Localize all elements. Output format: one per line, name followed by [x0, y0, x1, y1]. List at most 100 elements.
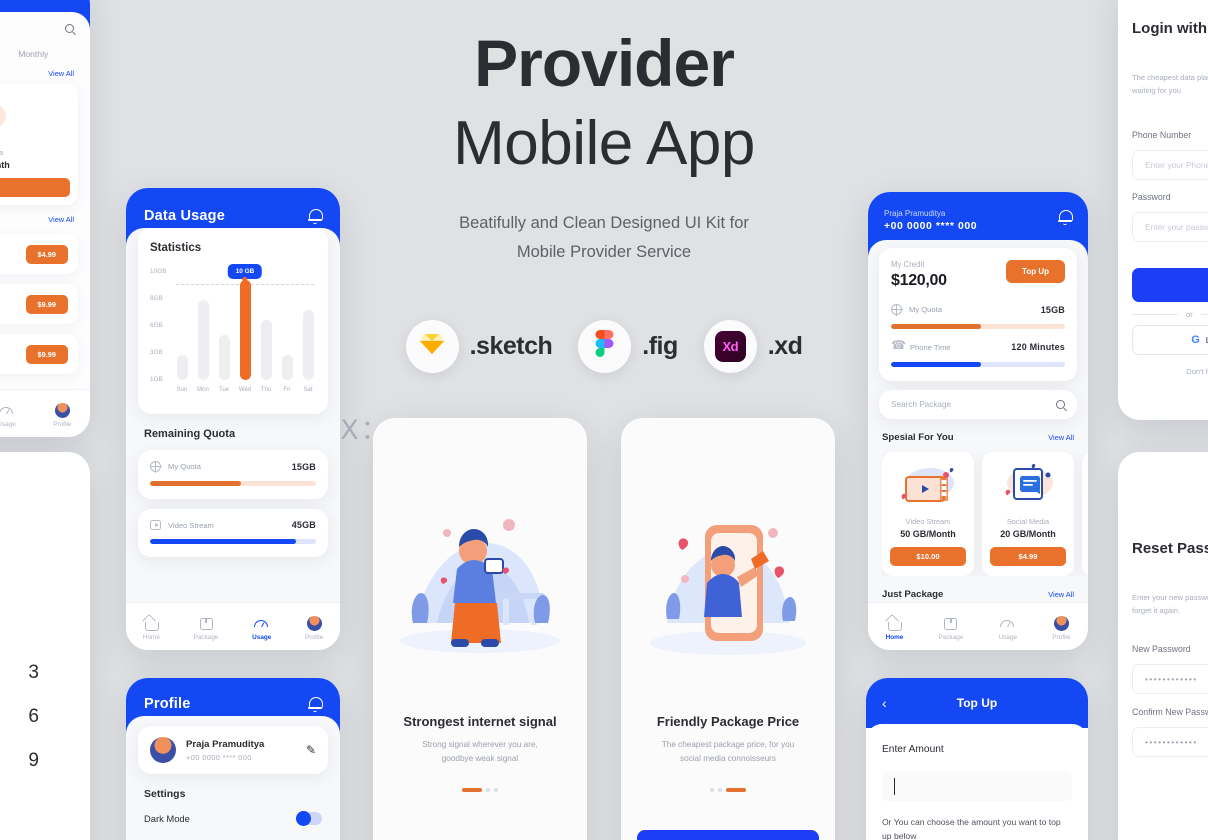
- sidebar-item-package[interactable]: Package: [194, 617, 218, 641]
- package-tabbar[interactable]: Usage Profile: [0, 389, 90, 437]
- package-card-price-button[interactable]: $10.00: [890, 547, 966, 566]
- credit-row: My Credit $120,00 Top Up: [891, 260, 1065, 290]
- sidebar-item-profile[interactable]: Profile: [1052, 616, 1070, 641]
- tab-label-package: Package: [938, 633, 964, 641]
- hero-subtitle: Beatifully and Clean Designed UI Kit for…: [304, 209, 904, 267]
- profile-body: Praja Pramuditya +00 0000 **** 000 ✎ Set…: [126, 716, 340, 840]
- pagination-dot-3[interactable]: [494, 788, 498, 792]
- format-label-xd: .xd: [767, 332, 803, 360]
- confirm-password-field[interactable]: ••••••••••••: [1132, 727, 1208, 757]
- home-tabbar[interactable]: Home Package Usage Profile: [868, 602, 1088, 650]
- package-featured-card[interactable]: Social Media 20 GB/Month $4.99: [0, 84, 78, 205]
- profile-user-name: Praja Pramuditya: [186, 738, 265, 750]
- data-usage-tabbar[interactable]: Home Package Usage Profile: [126, 602, 340, 650]
- sidebar-item-usage[interactable]: Usage: [0, 404, 16, 428]
- hero-subtitle-line1: Beatifully and Clean Designed UI Kit for: [459, 213, 749, 232]
- search-input[interactable]: Search Package: [891, 400, 951, 409]
- bell-icon[interactable]: [308, 208, 323, 224]
- pagination-dot-3[interactable]: [726, 788, 746, 792]
- sidebar-item-home[interactable]: Home: [143, 617, 160, 641]
- keypad-key-6[interactable]: 6: [5, 706, 62, 728]
- format-badge-figma[interactable]: .fig: [578, 320, 678, 373]
- home-icon: [144, 617, 159, 631]
- search-icon[interactable]: [1056, 400, 1065, 409]
- adobe-xd-icon: Xd: [714, 331, 746, 362]
- sidebar-item-usage[interactable]: Usage: [252, 617, 271, 641]
- package-view-all-2[interactable]: View All: [0, 205, 90, 224]
- login-button[interactable]: [1132, 268, 1208, 302]
- package-search-row[interactable]: [0, 12, 90, 33]
- package-list-price-2[interactable]: $9.99: [25, 294, 68, 314]
- sidebar-item-profile[interactable]: Profile: [53, 403, 71, 428]
- hero-block: Provider Mobile App Beatifully and Clean…: [304, 27, 904, 267]
- get-started-button[interactable]: Get Started: [637, 830, 819, 840]
- reset-title: Reset Password Password: [1132, 540, 1208, 557]
- tab-label-home: Home: [885, 633, 904, 641]
- special-view-all-link[interactable]: View All: [1048, 433, 1074, 442]
- package-card-name: Video Stream: [905, 517, 951, 526]
- pagination-dot-1[interactable]: [710, 788, 714, 792]
- pagination-dot-1[interactable]: [462, 788, 482, 792]
- login-with-google-button[interactable]: G Login with Google: [1132, 325, 1208, 355]
- credit-card: My Credit $120,00 Top Up My Quota 15GB ☎…: [879, 248, 1077, 381]
- amount-input[interactable]: [882, 771, 1072, 801]
- tab-label-profile: Profile: [53, 421, 72, 428]
- package-card-video-stream[interactable]: Video Stream 50 GB/Month $10.00: [882, 452, 974, 576]
- tab-monthly[interactable]: Monthly: [18, 49, 48, 59]
- package-view-all-1[interactable]: View All: [0, 59, 90, 78]
- sidebar-item-home[interactable]: Home: [885, 617, 904, 641]
- package-card-price-button[interactable]: $4.99: [990, 547, 1066, 566]
- new-password-field[interactable]: ••••••••••••: [1132, 664, 1208, 694]
- chart-bar-wed[interactable]: 10 GB Wed: [227, 264, 263, 393]
- keypad-key-9[interactable]: 9: [5, 750, 62, 772]
- profile-user-card[interactable]: Praja Pramuditya +00 0000 **** 000 ✎: [138, 726, 328, 774]
- credit-amount: $120,00: [891, 272, 947, 289]
- bell-icon[interactable]: [1058, 209, 1073, 225]
- numeric-keypad[interactable]: 3 6 9: [0, 662, 62, 772]
- list-item[interactable]: $9.99: [0, 334, 78, 374]
- top-up-button[interactable]: Top Up: [1006, 260, 1065, 283]
- pagination-dot-2[interactable]: [718, 788, 722, 792]
- sidebar-item-package[interactable]: Package: [938, 617, 964, 641]
- onboarding-subtitle: The cheapest package price, for you soci…: [643, 738, 813, 766]
- pencil-icon[interactable]: ✎: [306, 743, 316, 757]
- password-field[interactable]: Enter your password: [1132, 212, 1208, 242]
- package-card-peek[interactable]: [1082, 452, 1088, 576]
- package-list-price-3[interactable]: $9.99: [25, 344, 68, 364]
- page-title: Data Usage: [144, 208, 225, 224]
- bell-icon[interactable]: [308, 696, 323, 712]
- list-item[interactable]: $4.99: [0, 234, 78, 274]
- package-card-size: 20 GB/Month: [1000, 529, 1056, 539]
- tab-label-profile: Profile: [305, 634, 324, 641]
- onboarding-pagination[interactable]: [621, 788, 835, 792]
- package-card-social-media[interactable]: Social Media 20 GB/Month $4.99: [982, 452, 1074, 576]
- sidebar-item-profile[interactable]: Profile: [305, 616, 323, 641]
- dark-mode-toggle[interactable]: [296, 811, 322, 826]
- package-list-price-1[interactable]: $4.99: [25, 244, 68, 264]
- onboarding-subtitle-line1: Strong signal wherever you are,: [422, 740, 538, 749]
- dark-mode-row[interactable]: Dark Mode: [144, 811, 322, 826]
- quota-label-group: Video Stream: [150, 520, 214, 530]
- pagination-dot-2[interactable]: [486, 788, 490, 792]
- xtick-fri: Fri: [283, 387, 291, 393]
- quota-label: My Quota: [909, 305, 942, 314]
- package-tabs[interactable]: Daily Monthly: [0, 49, 90, 59]
- profile-user-info: Praja Pramuditya +00 0000 **** 000: [186, 739, 264, 762]
- package-featured-price-button[interactable]: $4.99: [0, 178, 70, 197]
- sidebar-item-usage[interactable]: Usage: [999, 617, 1017, 641]
- xtick-sun: Sun: [176, 387, 188, 393]
- keypad-key-3[interactable]: 3: [5, 662, 62, 684]
- phone-number-field[interactable]: Enter your Phone Number: [1132, 150, 1208, 180]
- just-package-view-all-link[interactable]: View All: [1048, 590, 1074, 599]
- signup-footer-link[interactable]: Don't have an account?: [1118, 367, 1208, 376]
- dark-mode-label: Dark Mode: [144, 813, 190, 824]
- top-up-note: Or You can choose the amount you want to…: [882, 815, 1072, 840]
- package-featured-name: Social Media: [0, 148, 4, 157]
- format-badge-sketch[interactable]: .sketch: [405, 320, 553, 373]
- search-package-field[interactable]: Search Package: [879, 390, 1077, 419]
- onboarding-pagination[interactable]: [373, 788, 587, 792]
- format-badge-xd[interactable]: Xd .xd: [703, 320, 803, 373]
- list-item[interactable]: $9.99: [0, 284, 78, 324]
- credit-block: My Credit $120,00: [891, 260, 947, 290]
- search-icon[interactable]: [65, 24, 74, 33]
